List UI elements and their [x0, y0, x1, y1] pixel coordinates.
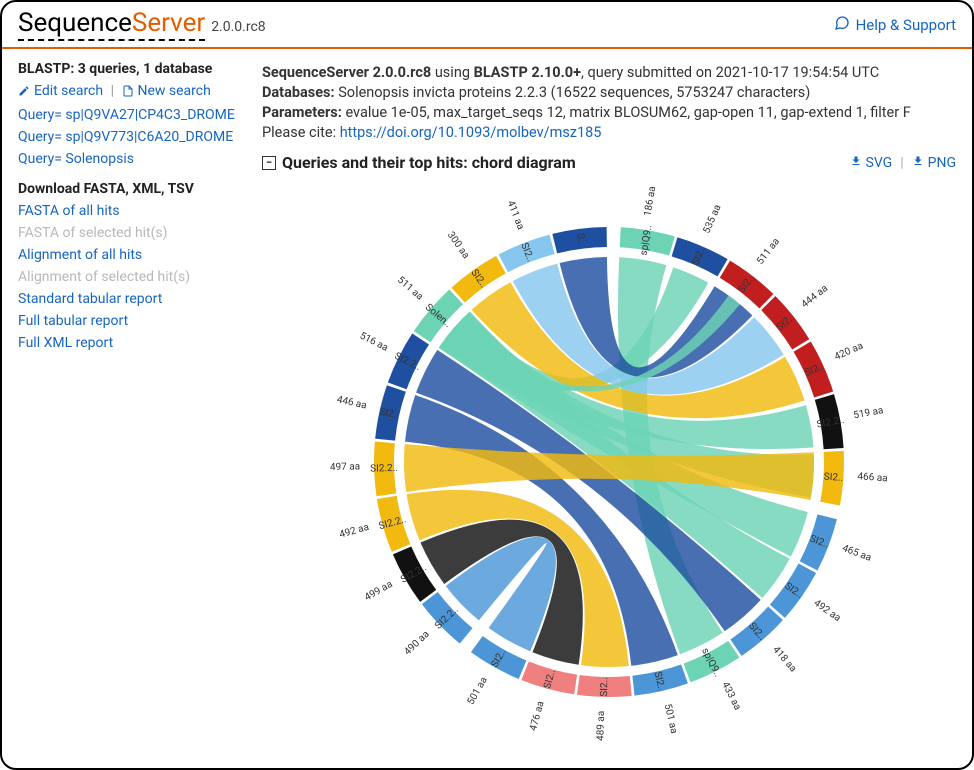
- help-label: Help & Support: [856, 16, 956, 34]
- content: SequenceServer 2.0.0.rc8 using BLASTP 2.…: [262, 61, 956, 742]
- topbar: SequenceServer 2.0.0.rc8 Help & Support: [2, 2, 972, 49]
- arc-outer-label: 492 aa: [338, 522, 370, 541]
- citation-link[interactable]: https://doi.org/10.1093/molbev/msz185: [340, 124, 602, 141]
- download-heading: Download FASTA, XML, TSV: [18, 181, 238, 197]
- query-link[interactable]: Query= Solenopsis: [18, 151, 238, 167]
- edit-search-link[interactable]: Edit search: [18, 83, 107, 99]
- logo-text: SequenceServer: [18, 8, 205, 41]
- arc-outer-label: 535 aa: [701, 203, 723, 235]
- pencil-icon: [18, 85, 30, 101]
- new-search-link[interactable]: New search: [122, 83, 211, 99]
- arc-outer-label: 511 aa: [755, 236, 782, 267]
- download-link[interactable]: FASTA of all hits: [18, 203, 238, 219]
- download-icon: [850, 155, 862, 171]
- arc-outer-label: 497 aa: [330, 461, 361, 473]
- arc-inner-label: S..: [574, 233, 586, 246]
- arc-outer-label: 444 aa: [800, 283, 831, 310]
- download-link[interactable]: Standard tabular report: [18, 291, 238, 307]
- arc-outer-label: 490 aa: [402, 629, 431, 658]
- download-link[interactable]: Full tabular report: [18, 313, 238, 329]
- arc-outer-label: 418 aa: [770, 644, 798, 674]
- arc-inner-label: SI2..: [823, 472, 843, 484]
- collapse-toggle[interactable]: −: [262, 156, 276, 170]
- arc-outer-label: 466 aa: [857, 471, 888, 484]
- viz-title: Queries and their top hits: chord diagra…: [282, 153, 576, 172]
- arc-outer-label: 465 aa: [841, 543, 873, 564]
- chord-diagram[interactable]: 186 aasp|Q9..535 aaSI2..511 aaSI2..444 a…: [262, 182, 956, 742]
- arc-outer-label: 499 aa: [363, 579, 395, 604]
- download-link: FASTA of selected hit(s): [18, 225, 238, 241]
- download-icon: [912, 155, 924, 171]
- arc-outer-label: 489 aa: [595, 711, 607, 741]
- file-icon: [122, 85, 134, 101]
- logo-version: 2.0.0.rc8: [211, 19, 266, 35]
- arc-outer-label: 186 aa: [642, 185, 658, 217]
- export-png-button[interactable]: PNG: [912, 155, 956, 171]
- arc-outer-label: 519 aa: [853, 405, 885, 421]
- chat-icon: [834, 15, 850, 35]
- viz-header: − Queries and their top hits: chord diag…: [262, 153, 956, 172]
- logo[interactable]: SequenceServer 2.0.0.rc8: [18, 8, 266, 41]
- download-link[interactable]: Alignment of all hits: [18, 247, 238, 263]
- arc-outer-label: 492 aa: [811, 598, 842, 624]
- arc-inner-label: SI2..: [599, 677, 610, 697]
- arc-outer-label: 411 aa: [505, 199, 526, 231]
- query-link[interactable]: Query= sp|Q9V773|C6A20_DROME: [18, 129, 238, 145]
- arc-outer-label: 511 aa: [395, 275, 425, 303]
- arc-outer-label: 446 aa: [336, 394, 368, 411]
- query-link[interactable]: Query= sp|Q9VA27|CP4C3_DROME: [18, 107, 238, 123]
- arc-outer-label: 420 aa: [833, 340, 865, 362]
- download-link: Alignment of selected hit(s): [18, 269, 238, 285]
- arc-outer-label: 300 aa: [445, 230, 471, 261]
- sidebar-title: BLASTP: 3 queries, 1 database: [18, 61, 238, 77]
- arc-outer-label: 516 aa: [358, 330, 390, 353]
- help-link[interactable]: Help & Support: [834, 15, 956, 35]
- arc-outer-label: 433 aa: [719, 680, 743, 712]
- export-svg-button[interactable]: SVG: [850, 155, 893, 171]
- arc-outer-label: 501 aa: [465, 675, 489, 707]
- sidebar: BLASTP: 3 queries, 1 database Edit searc…: [18, 61, 238, 742]
- arc-outer-label: 476 aa: [528, 700, 547, 732]
- meta-block: SequenceServer 2.0.0.rc8 using BLASTP 2.…: [262, 64, 956, 141]
- download-link[interactable]: Full XML report: [18, 335, 238, 351]
- arc-inner-label: SI2.2..: [370, 463, 398, 475]
- arc-outer-label: 501 aa: [662, 703, 679, 735]
